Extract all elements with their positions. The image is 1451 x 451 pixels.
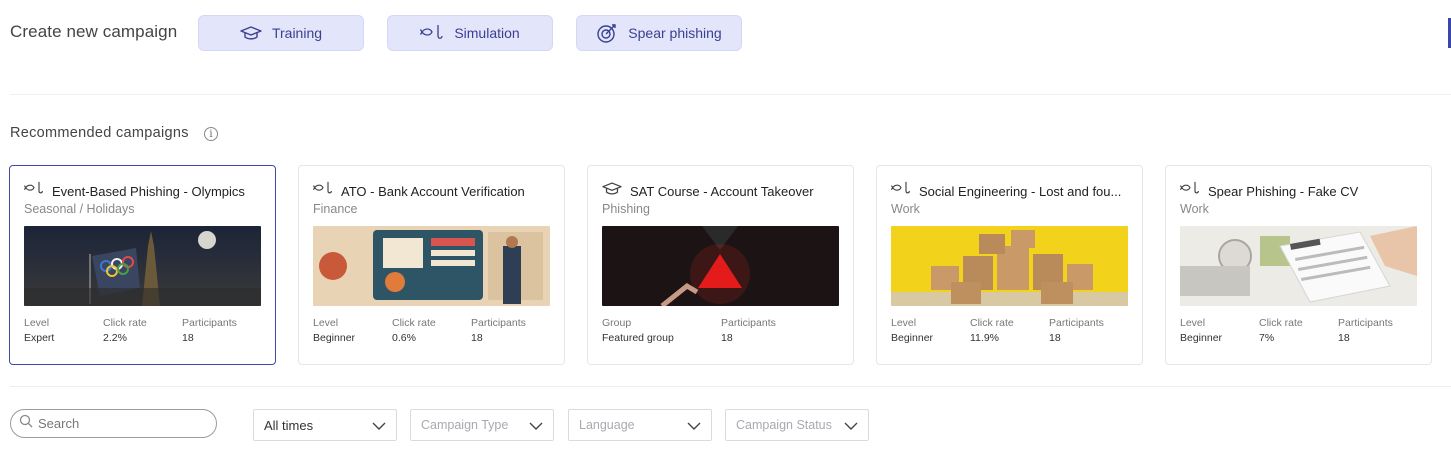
campaign-status-placeholder: Campaign Status — [736, 418, 832, 432]
target-icon — [596, 22, 618, 44]
create-campaign-bar: Create new campaign Training Simulation … — [0, 0, 1451, 70]
card-category: Phishing — [602, 202, 650, 216]
stat-level: Level Beginner — [1180, 317, 1223, 344]
card-title: SAT Course - Account Takeover — [630, 183, 814, 199]
stat-click-rate: Click rate 11.9% — [970, 317, 1014, 344]
language-placeholder: Language — [579, 418, 635, 432]
graduation-cap-icon — [240, 25, 262, 41]
card-category: Seasonal / Holidays — [24, 202, 135, 216]
language-select[interactable]: Language — [568, 409, 712, 441]
account-takeover-warning-image — [602, 226, 839, 306]
chevron-down-icon — [687, 418, 701, 433]
fish-hook-icon — [312, 181, 333, 201]
stat-level: Level Expert — [24, 317, 55, 344]
search-input[interactable] — [38, 416, 198, 431]
stat-level: Level Beginner — [313, 317, 356, 344]
divider — [10, 94, 1451, 95]
card-header: Social Engineering - Lost and fou... — [890, 181, 1132, 201]
stat-participants: Participants 18 — [182, 317, 237, 344]
stat-click-rate: Click rate 0.6% — [392, 317, 436, 344]
bank-verification-image — [313, 226, 550, 306]
card-title: Social Engineering - Lost and fou... — [919, 183, 1122, 199]
campaign-type-select[interactable]: Campaign Type — [410, 409, 554, 441]
graduation-cap-icon — [602, 181, 622, 201]
stat-participants: Participants 18 — [1049, 317, 1104, 344]
simulation-button[interactable]: Simulation — [387, 15, 553, 51]
card-category: Finance — [313, 202, 358, 216]
simulation-button-label: Simulation — [454, 25, 520, 41]
card-category: Work — [1180, 202, 1209, 216]
info-icon[interactable]: i — [204, 127, 218, 141]
fish-hook-icon — [1179, 181, 1200, 201]
stat-click-rate: Click rate 7% — [1259, 317, 1303, 344]
divider — [10, 386, 1451, 387]
stat-click-rate: Click rate 2.2% — [103, 317, 147, 344]
chevron-down-icon — [529, 418, 543, 433]
spear-phishing-button-label: Spear phishing — [628, 25, 722, 41]
card-title: Event-Based Phishing - Olympics — [52, 183, 245, 199]
cardboard-boxes-image — [891, 226, 1128, 306]
card-category: Work — [891, 202, 920, 216]
training-button-label: Training — [271, 25, 323, 41]
campaign-card-olympics[interactable]: Event-Based Phishing - Olympics Seasonal… — [9, 165, 276, 365]
training-button[interactable]: Training — [198, 15, 364, 51]
campaign-card-lost-and-found[interactable]: Social Engineering - Lost and fou... Wor… — [876, 165, 1143, 365]
stat-participants: Participants 18 — [471, 317, 526, 344]
card-header: ATO - Bank Account Verification — [312, 181, 554, 201]
campaign-type-placeholder: Campaign Type — [421, 418, 509, 432]
card-header: SAT Course - Account Takeover — [602, 182, 843, 200]
campaign-card-fake-cv[interactable]: Spear Phishing - Fake CV Work Level Begin… — [1165, 165, 1432, 365]
stat-participants: Participants 18 — [721, 317, 776, 344]
resume-document-image — [1180, 226, 1417, 306]
recommended-campaigns-title: Recommended campaigns — [10, 125, 189, 141]
card-header: Spear Phishing - Fake CV — [1179, 181, 1421, 201]
card-title: ATO - Bank Account Verification — [341, 183, 525, 199]
fish-hook-icon — [890, 181, 911, 201]
time-filter-select[interactable]: All times — [253, 409, 397, 441]
create-campaign-title: Create new campaign — [10, 22, 178, 41]
fish-hook-icon — [23, 181, 44, 201]
time-filter-value: All times — [264, 417, 314, 433]
stat-participants: Participants 18 — [1338, 317, 1393, 344]
stat-level: Level Beginner — [891, 317, 934, 344]
fish-hook-icon — [420, 24, 444, 42]
campaign-card-bank-verification[interactable]: ATO - Bank Account Verification Finance … — [298, 165, 565, 365]
search-box[interactable] — [10, 409, 217, 438]
paris-2024-olympics-image — [24, 226, 261, 306]
card-title: Spear Phishing - Fake CV — [1208, 183, 1359, 199]
chevron-down-icon — [372, 418, 386, 433]
chevron-down-icon — [844, 418, 858, 433]
card-header: Event-Based Phishing - Olympics — [23, 181, 265, 201]
campaign-status-select[interactable]: Campaign Status — [725, 409, 869, 441]
campaign-card-account-takeover[interactable]: SAT Course - Account Takeover Phishing G… — [587, 165, 854, 365]
stat-group: Group Featured group — [602, 317, 674, 344]
search-icon — [19, 414, 33, 433]
spear-phishing-button[interactable]: Spear phishing — [576, 15, 742, 51]
